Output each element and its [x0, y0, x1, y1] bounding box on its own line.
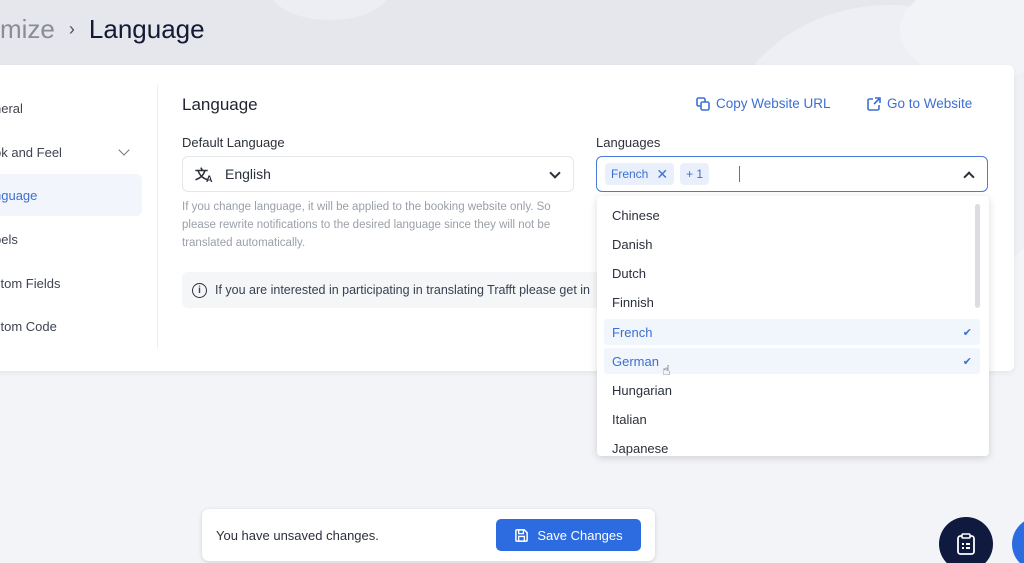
copy-website-url-link[interactable]: Copy Website URL	[696, 96, 831, 111]
save-changes-button[interactable]: Save Changes	[496, 519, 641, 551]
save-icon	[515, 528, 529, 542]
dropdown-scrollbar[interactable]	[975, 204, 980, 308]
text-caret	[739, 166, 741, 182]
hand-cursor-icon: ☝	[662, 362, 671, 378]
option-label: Chinese	[612, 207, 660, 223]
sidebar-item-label: nguage	[0, 187, 38, 203]
breadcrumb-parent[interactable]: mize	[0, 14, 55, 45]
sidebar-item-general[interactable]: neral	[0, 87, 142, 129]
option-label: Finnish	[612, 294, 654, 310]
clipboard-icon	[957, 533, 975, 555]
option-label: Japanese	[612, 440, 669, 456]
option-label: French	[612, 324, 653, 340]
unsaved-changes-bar: You have unsaved changes. Save Changes	[202, 509, 655, 561]
chevron-down-icon	[549, 167, 561, 179]
languages-label: Languages	[596, 135, 661, 150]
info-icon: i	[192, 282, 207, 298]
language-option-german[interactable]: German ✔	[604, 348, 980, 374]
chip-label: French	[611, 167, 649, 181]
page-title: Language	[88, 13, 205, 44]
selected-language-chip: French ✕	[605, 163, 675, 185]
languages-multiselect[interactable]: French ✕ + 1	[596, 156, 988, 192]
language-option-chinese[interactable]: Chinese	[604, 202, 980, 228]
option-label: German	[612, 353, 659, 369]
external-link-icon	[867, 96, 881, 111]
language-option-hungarian[interactable]: Hungarian	[604, 377, 980, 403]
sidebar-item-label: ok and Feel	[0, 144, 62, 160]
translation-info-text: If you are interested in participating i…	[215, 283, 590, 297]
checkmark-icon: ✔	[962, 326, 972, 339]
default-language-helper-text: If you change language, it will be appli…	[182, 201, 551, 249]
language-option-danish[interactable]: Danish	[604, 231, 980, 257]
remove-chip-icon[interactable]: ✕	[656, 166, 668, 183]
sidebar-item-look-and-feel[interactable]: ok and Feel	[0, 131, 142, 173]
default-language-select[interactable]: 文A English	[182, 156, 574, 192]
section-title: Language	[182, 95, 258, 114]
breadcrumb: mize › Language	[0, 12, 205, 46]
more-count: + 1	[686, 167, 704, 181]
sidebar-item-label: stom Fields	[0, 275, 61, 291]
option-label: Italian	[612, 411, 647, 427]
default-language-label: Default Language	[182, 135, 285, 150]
copy-website-url-label: Copy Website URL	[716, 96, 831, 111]
language-option-dutch[interactable]: Dutch	[604, 260, 980, 286]
breadcrumb-separator-icon: ›	[68, 18, 75, 39]
help-fab-button[interactable]	[1012, 517, 1024, 563]
language-option-japanese[interactable]: Japanese	[604, 435, 980, 456]
settings-sidebar: neral ok and Feel nguage bels stom Field…	[0, 85, 158, 349]
sidebar-item-custom-code[interactable]: stom Code	[0, 305, 142, 347]
sidebar-item-label: neral	[0, 100, 23, 116]
chevron-down-icon	[118, 144, 130, 156]
sidebar-item-language[interactable]: nguage	[0, 174, 142, 216]
default-language-value: English	[225, 166, 271, 182]
checkmark-icon: ✔	[962, 355, 972, 368]
copy-icon	[696, 96, 710, 111]
language-option-italian[interactable]: Italian	[604, 406, 980, 432]
translate-icon: 文A	[195, 167, 212, 184]
chevron-up-icon[interactable]	[963, 171, 975, 183]
unsaved-changes-message: You have unsaved changes.	[216, 527, 379, 543]
language-option-french[interactable]: French ✔	[604, 319, 980, 345]
checklist-fab-button[interactable]	[939, 517, 993, 563]
language-option-finnish[interactable]: Finnish	[604, 289, 980, 315]
option-label: Danish	[612, 236, 653, 252]
go-to-website-label: Go to Website	[887, 96, 973, 111]
sidebar-item-labels[interactable]: bels	[0, 218, 142, 260]
sidebar-item-custom-fields[interactable]: stom Fields	[0, 262, 142, 304]
sidebar-item-label: stom Code	[0, 318, 57, 334]
go-to-website-link[interactable]: Go to Website	[867, 96, 972, 111]
save-changes-label: Save Changes	[537, 527, 623, 543]
more-languages-chip: + 1	[680, 163, 710, 185]
option-label: Dutch	[612, 265, 646, 281]
option-label: Hungarian	[612, 382, 672, 398]
languages-dropdown: Chinese Danish Dutch Finnish French ✔ Ge…	[597, 196, 989, 456]
translation-info-banner: i If you are interested in participating…	[182, 272, 602, 308]
sidebar-item-label: bels	[0, 231, 18, 247]
